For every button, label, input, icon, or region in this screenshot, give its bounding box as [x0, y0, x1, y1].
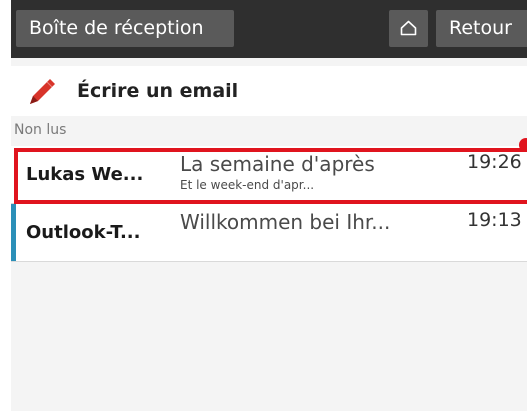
- highlight-marker: [519, 138, 527, 152]
- email-subject: Willkommen bei Ihr...: [180, 210, 391, 234]
- highlight-box: [14, 148, 527, 204]
- home-button[interactable]: [389, 10, 428, 47]
- email-time: 19:13: [467, 209, 522, 231]
- home-icon: [400, 20, 417, 36]
- compose-email-button[interactable]: Écrire un email: [11, 66, 527, 116]
- email-app-screen: Boîte de réception Retour Écrire un emai…: [0, 0, 527, 411]
- pencil-icon: [30, 79, 55, 104]
- email-sender: Outlook-T...: [26, 222, 141, 243]
- compose-label: Écrire un email: [77, 80, 239, 102]
- back-button[interactable]: Retour: [436, 10, 527, 47]
- email-list-item[interactable]: Outlook-T... Willkommen bei Ihr... 19:13: [11, 204, 527, 262]
- inbox-button[interactable]: Boîte de réception: [16, 10, 234, 47]
- screen-bezel: [0, 0, 11, 411]
- top-toolbar: Boîte de réception Retour: [11, 0, 527, 58]
- unread-indicator-bar: [11, 204, 16, 261]
- unread-section-label: Non lus: [14, 122, 67, 138]
